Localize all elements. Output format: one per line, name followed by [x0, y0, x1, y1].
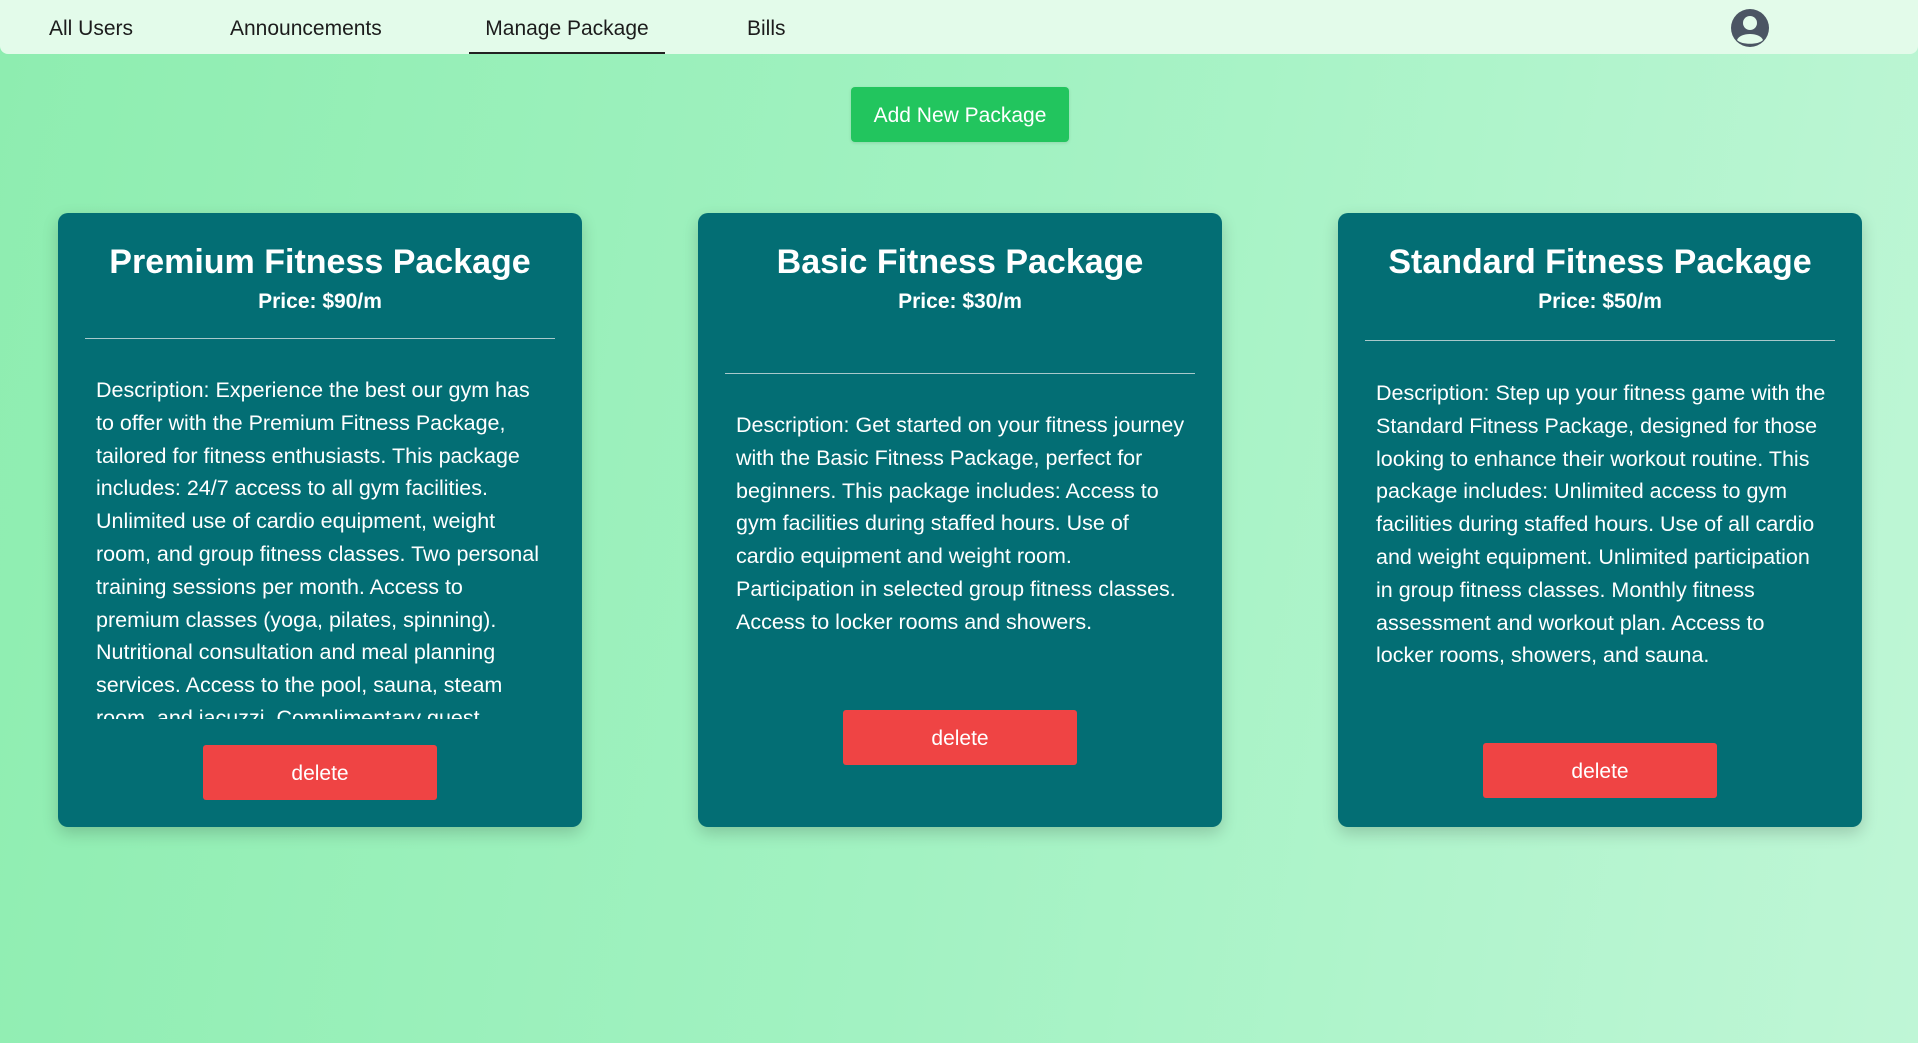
delete-package-button[interactable]: delete — [203, 745, 437, 800]
package-card-basic: Basic Fitness Package Price: $30/m Descr… — [698, 213, 1222, 827]
package-price: Price: $50/m — [1538, 290, 1662, 313]
package-price: Price: $30/m — [898, 290, 1022, 313]
card-divider — [725, 373, 1195, 374]
user-circle-icon[interactable] — [1730, 8, 1770, 48]
add-new-package-button[interactable]: Add New Package — [851, 87, 1069, 142]
top-navbar: All Users Announcements Manage Package B… — [0, 0, 1918, 54]
package-card-premium: Premium Fitness Package Price: $90/m Des… — [58, 213, 582, 827]
card-divider — [1365, 340, 1835, 341]
nav-tab-manage-package[interactable]: Manage Package — [469, 0, 665, 54]
card-divider — [85, 338, 555, 339]
package-title: Basic Fitness Package — [776, 243, 1144, 281]
nav-tab-bills[interactable]: Bills — [747, 0, 786, 54]
delete-package-button[interactable]: delete — [1483, 743, 1717, 798]
package-title: Premium Fitness Package — [109, 243, 531, 281]
package-description: Description: Get started on your fitness… — [736, 413, 1185, 634]
package-card-standard: Standard Fitness Package Price: $50/m De… — [1338, 213, 1862, 827]
delete-package-button[interactable]: delete — [843, 710, 1077, 765]
package-price: Price: $90/m — [258, 290, 382, 313]
package-description: Description: Experience the best our gym… — [96, 378, 539, 719]
nav-tab-all-users[interactable]: All Users — [49, 0, 133, 54]
package-title: Standard Fitness Package — [1388, 243, 1812, 281]
nav-tab-announcements[interactable]: Announcements — [230, 0, 382, 54]
package-description: Description: Step up your fitness game w… — [1376, 381, 1826, 668]
avatar-graphic — [1731, 9, 1769, 47]
